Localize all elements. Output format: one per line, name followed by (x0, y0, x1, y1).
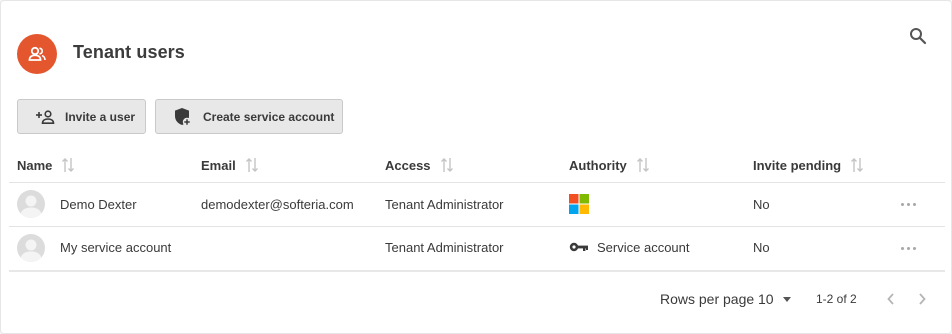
user-access: Tenant Administrator (385, 239, 504, 255)
invite-user-button[interactable]: Invite a user (17, 99, 146, 134)
sort-icon (245, 157, 259, 173)
row-menu-button[interactable] (898, 199, 918, 209)
row-menu-button[interactable] (898, 243, 918, 253)
rows-per-page-select[interactable]: 10 (758, 290, 794, 308)
user-authority (569, 194, 589, 214)
more-dots-icon (900, 202, 904, 206)
user-email: demodexter@softeria.com (201, 196, 354, 212)
shield-add-icon (173, 107, 193, 127)
pagination-range: 1-2 of 2 (816, 292, 857, 306)
column-header-authority[interactable]: Authority (569, 157, 650, 173)
more-dots-icon (900, 246, 904, 250)
chevron-down-icon (782, 296, 791, 302)
avatar (17, 190, 45, 218)
page-title: Tenant users (73, 42, 185, 62)
create-service-account-button[interactable]: Create service account (155, 99, 343, 134)
table-divider (9, 182, 945, 183)
user-name: Demo Dexter (60, 196, 137, 212)
search-icon (910, 28, 927, 45)
person-add-icon (34, 109, 56, 124)
chevron-right-icon (919, 293, 926, 305)
sort-icon (636, 157, 650, 173)
search-button[interactable] (905, 23, 931, 49)
footer-divider (9, 270, 945, 272)
tenant-users-card: Tenant users Invite a user Create servic… (0, 0, 952, 334)
previous-page-button[interactable] (881, 289, 901, 309)
user-name: My service account (60, 239, 172, 255)
column-header-name[interactable]: Name (17, 157, 75, 173)
key-icon (569, 242, 588, 252)
microsoft-logo-icon (569, 194, 589, 214)
user-invite-pending: No (753, 239, 770, 255)
sort-icon (61, 157, 75, 173)
users-icon (17, 34, 57, 74)
sort-icon (440, 157, 454, 173)
column-header-email[interactable]: Email (201, 157, 259, 173)
row-divider (9, 226, 945, 227)
chevron-left-icon (887, 293, 894, 305)
create-service-account-label: Create service account (203, 109, 335, 124)
sort-icon (850, 157, 864, 173)
user-authority: Service account (569, 237, 690, 257)
invite-user-label: Invite a user (65, 109, 136, 124)
avatar (17, 234, 45, 262)
next-page-button[interactable] (912, 289, 932, 309)
user-invite-pending: No (753, 196, 770, 212)
column-header-access[interactable]: Access (385, 157, 454, 173)
user-access: Tenant Administrator (385, 196, 504, 212)
column-header-invite-pending[interactable]: Invite pending (753, 157, 864, 173)
rows-per-page-label: Rows per page (660, 291, 755, 307)
authority-text: Service account (597, 239, 690, 255)
